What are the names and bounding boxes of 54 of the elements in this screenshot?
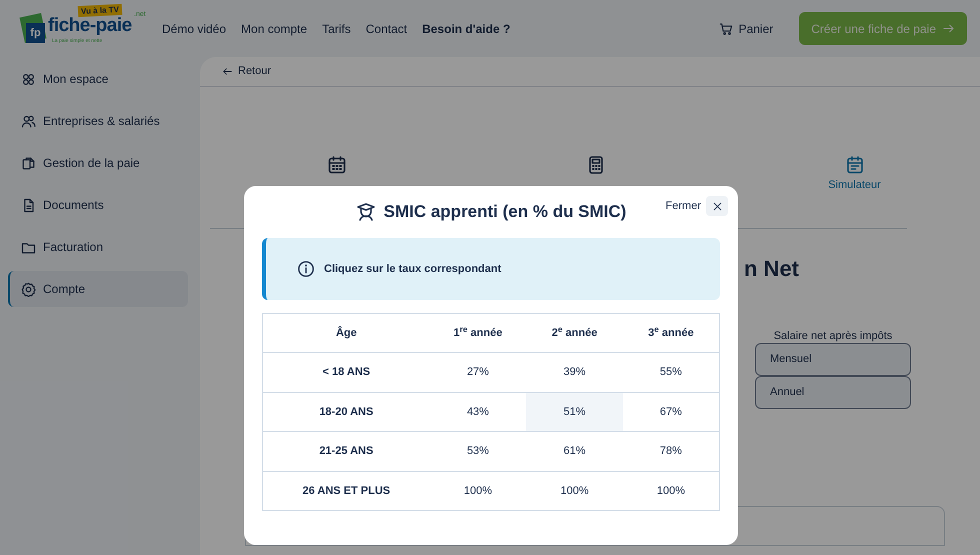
sidebar-item[interactable]: Gestion de la paie — [8, 145, 188, 181]
back-link[interactable]: Retour — [222, 63, 272, 80]
rate-cell[interactable]: 61% — [526, 432, 623, 471]
logo-mark: fp — [26, 22, 45, 42]
sidebar-item[interactable]: Facturation — [8, 229, 188, 265]
rate-cell[interactable]: 78% — [622, 432, 720, 471]
tab[interactable]: Simulateur — [725, 155, 980, 194]
rate-cell[interactable]: 51% — [526, 392, 623, 432]
age-cell: 21-25 ANS — [262, 432, 430, 471]
calendar-icon — [326, 155, 346, 175]
nav-link[interactable]: Démo vidéo — [162, 20, 226, 38]
settings-icon — [21, 282, 36, 296]
field-label: Salaire net après impôts — [774, 328, 892, 342]
period-button[interactable]: Mensuel — [755, 342, 911, 376]
calendar-note-icon — [844, 155, 864, 175]
graduate-icon — [356, 202, 376, 222]
nav-link[interactable]: Tarifs — [322, 20, 351, 38]
cart-icon — [718, 22, 733, 36]
period-button[interactable]: Annuel — [755, 376, 911, 408]
sidebar-item[interactable]: Compte — [8, 271, 188, 307]
info-text: Cliquez sur le taux correspondant — [324, 262, 502, 277]
rate-cell[interactable]: 27% — [430, 352, 526, 392]
arrow-left-icon — [222, 66, 233, 77]
age-cell: 18-20 ANS — [262, 392, 430, 432]
nav-link[interactable]: Mon compte — [241, 20, 308, 38]
nav-link[interactable]: Contact — [366, 20, 408, 38]
users-icon — [21, 114, 36, 128]
close-button[interactable]: Fermer — [666, 196, 728, 216]
sidebar-item[interactable]: Mon espace — [8, 61, 188, 97]
close-icon — [712, 200, 722, 212]
dialog-title: SMIC apprenti (en % du SMIC) — [384, 201, 626, 224]
rate-cell[interactable]: 67% — [622, 392, 720, 432]
documents-icon — [21, 156, 36, 170]
grid-icon — [21, 72, 36, 86]
arrow-right-icon — [942, 22, 955, 35]
page-heading: n Net — [744, 256, 800, 280]
cart-link[interactable]: Panier — [718, 20, 774, 38]
document-icon — [21, 198, 36, 212]
sidebar-item[interactable]: Entreprises & salariés — [8, 103, 188, 139]
column-header: Âge — [262, 314, 430, 352]
age-cell: < 18 ANS — [262, 352, 430, 392]
rate-cell[interactable]: 43% — [430, 392, 526, 432]
logo-badge: Vu à la TV — [78, 3, 122, 17]
rate-cell[interactable]: 53% — [430, 432, 526, 471]
logo-name: fiche-paie — [48, 16, 132, 36]
nav-link[interactable]: Besoin d'aide ? — [422, 20, 510, 38]
sidebar-item[interactable]: Documents — [8, 187, 188, 223]
age-cell: 26 ANS ET PLUS — [262, 471, 430, 510]
rate-cell[interactable]: 100% — [622, 471, 720, 510]
rate-cell[interactable]: 100% — [526, 471, 623, 510]
rate-cell[interactable]: 100% — [430, 471, 526, 510]
rate-cell[interactable]: 55% — [622, 352, 720, 392]
info-icon — [297, 260, 315, 278]
rate-cell[interactable]: 39% — [526, 352, 623, 392]
